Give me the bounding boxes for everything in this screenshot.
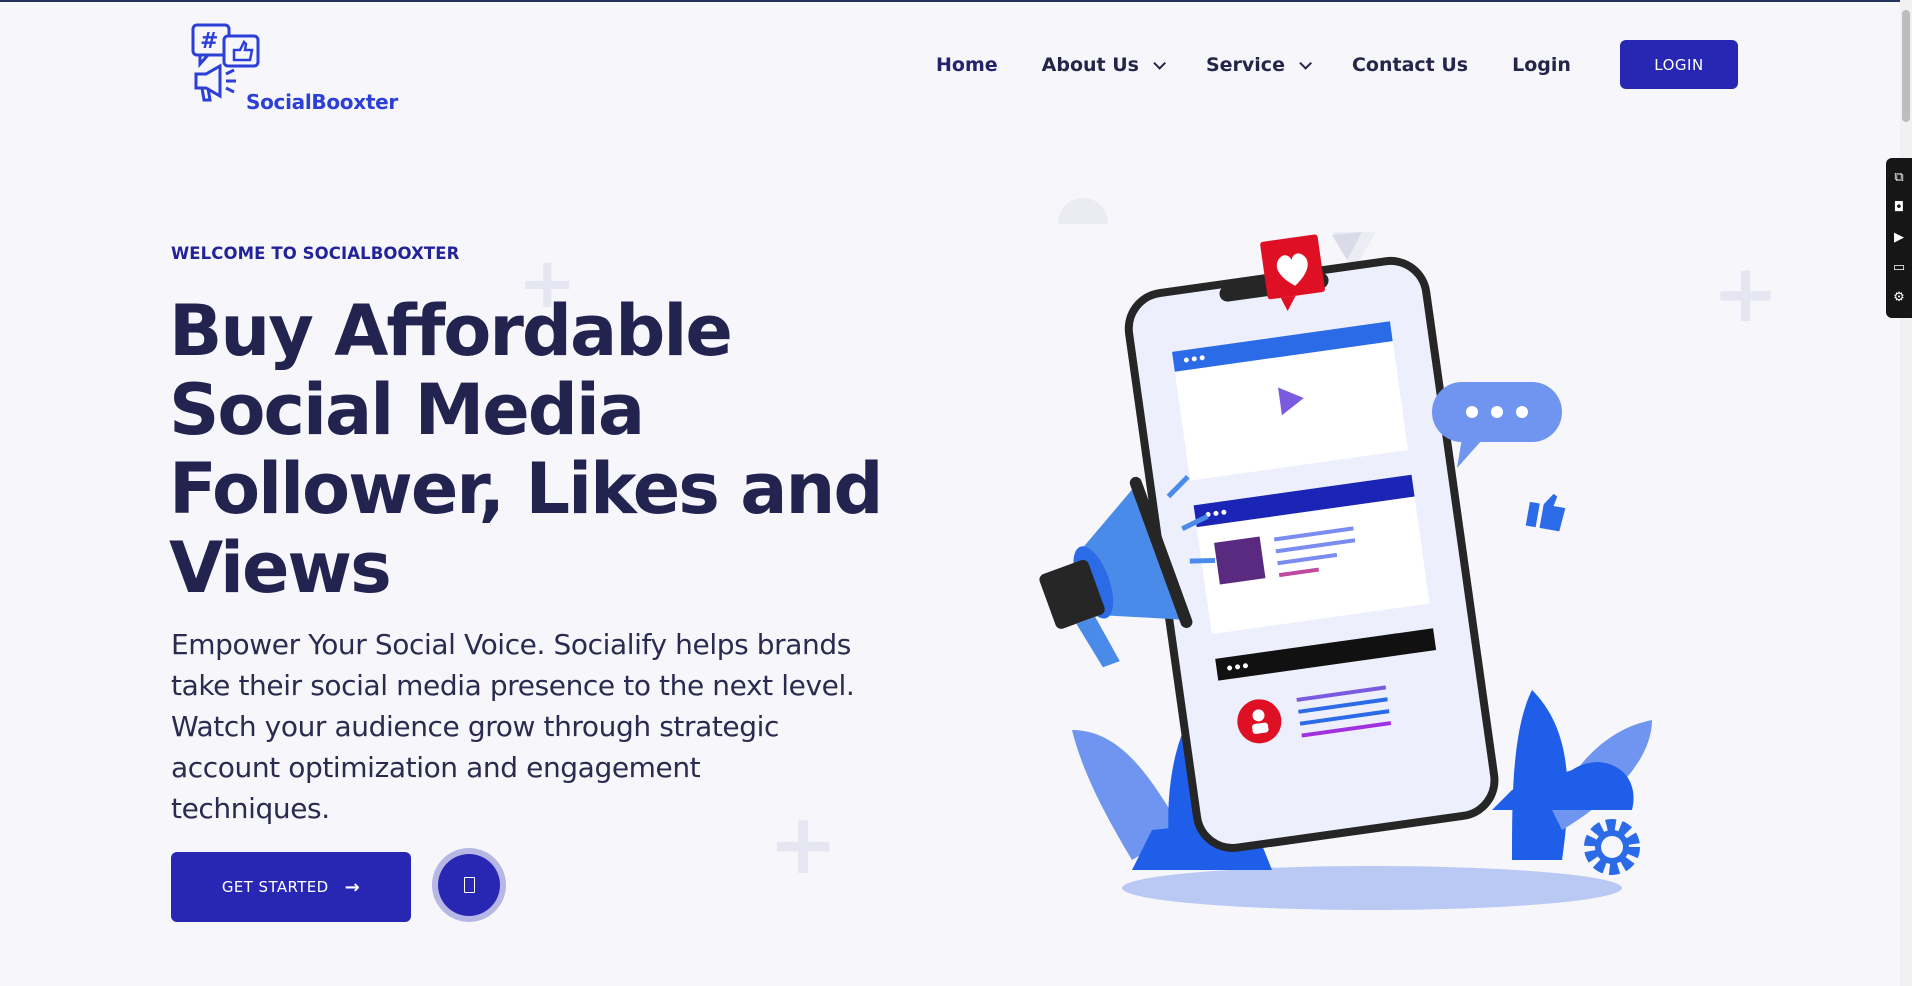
headline-line: Follower, Likes and bbox=[169, 448, 883, 530]
hero-headline: Buy Affordable Social Media Follower, Li… bbox=[169, 292, 889, 608]
hero-description: Empower Your Social Voice. Socialify hel… bbox=[171, 628, 855, 825]
headline-line: Social Media bbox=[169, 369, 645, 451]
nav-item-login[interactable]: Login bbox=[1512, 54, 1571, 76]
headline-line: Buy Affordable bbox=[169, 290, 733, 372]
login-button[interactable]: LOGIN bbox=[1620, 40, 1738, 89]
top-border bbox=[0, 0, 1912, 2]
nav-item-about-us[interactable]: About Us bbox=[1041, 54, 1166, 76]
hero-illustration bbox=[1039, 232, 1652, 910]
video-icon[interactable]: ▶ bbox=[1889, 222, 1909, 252]
nav-item-home[interactable]: Home bbox=[936, 54, 998, 76]
nav-label: Login bbox=[1512, 54, 1571, 76]
camera-icon[interactable]: ◘ bbox=[1889, 192, 1909, 222]
get-started-label: GET STARTED bbox=[221, 878, 329, 896]
nav-item-contact-us[interactable]: Contact Us bbox=[1352, 54, 1468, 76]
brand-logo[interactable]: # SocialBooxter bbox=[190, 22, 410, 114]
video-play-icon bbox=[438, 854, 500, 916]
nav-label: About Us bbox=[1041, 54, 1139, 76]
video-play-button[interactable] bbox=[432, 848, 506, 922]
nav-label: Home bbox=[936, 54, 998, 76]
arrow-right-icon: → bbox=[344, 876, 361, 898]
chevron-down-icon bbox=[1299, 56, 1312, 70]
get-started-button[interactable]: GET STARTED → bbox=[171, 852, 411, 922]
scrollbar-thumb[interactable] bbox=[1902, 10, 1910, 122]
page-scrollbar[interactable] bbox=[1900, 0, 1912, 986]
svg-text:#: # bbox=[200, 29, 218, 54]
headline-line: Views bbox=[169, 527, 392, 609]
extension-icon[interactable]: ⧉ bbox=[1889, 162, 1909, 192]
hero-eyebrow: WELCOME TO SOCIALBOOXTER bbox=[171, 244, 460, 263]
chevron-down-icon bbox=[1153, 56, 1166, 70]
side-toolbar: ⧉ ◘ ▶ ▭ ⚙ bbox=[1886, 158, 1912, 318]
brand-name: SocialBooxter bbox=[246, 90, 398, 114]
main-nav: Home About Us Service Contact Us Login bbox=[936, 52, 1615, 78]
settings-icon[interactable]: ⚙ bbox=[1889, 282, 1909, 312]
nav-label: Service bbox=[1205, 54, 1285, 76]
nav-item-service[interactable]: Service bbox=[1205, 54, 1312, 76]
window-icon[interactable]: ▭ bbox=[1889, 252, 1909, 282]
nav-label: Contact Us bbox=[1351, 54, 1469, 76]
